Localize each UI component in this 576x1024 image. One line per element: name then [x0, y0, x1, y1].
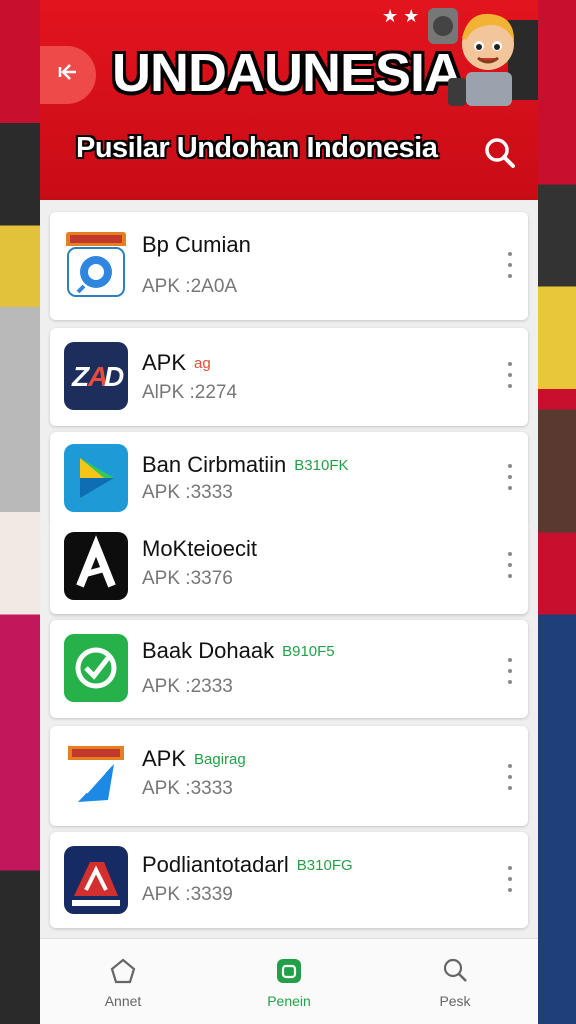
- app-badge: ag: [194, 355, 211, 372]
- background-right: [538, 0, 576, 1024]
- list-item[interactable]: ZAD APK ag AlPK :2274: [50, 328, 528, 426]
- a-logo-icon: [64, 532, 128, 600]
- more-options-icon[interactable]: [504, 658, 516, 684]
- app-version: APK :3376: [142, 568, 233, 589]
- app-icon: [234, 955, 344, 987]
- search-icon: [485, 138, 515, 168]
- app-badge: B910F5: [282, 643, 335, 660]
- nav-item-home[interactable]: Annet: [68, 955, 178, 1009]
- app-name: APK Bagirag: [142, 746, 246, 771]
- green-star-icon: [64, 634, 128, 702]
- list-item[interactable]: APK Bagirag APK :3333: [50, 726, 528, 826]
- app-name: MoKteioecit: [142, 536, 257, 561]
- search-button[interactable]: [480, 133, 520, 173]
- app-version: APK :2333: [142, 676, 233, 697]
- app-subtitle: Pusilar Undohan Indonesia: [76, 132, 438, 164]
- red-logo-icon: [64, 846, 128, 914]
- more-options-icon[interactable]: [504, 464, 516, 490]
- app-name: APK ag: [142, 350, 211, 375]
- list-item[interactable]: MoKteioecit APK :3376: [50, 524, 528, 614]
- app-badge: Bagirag: [194, 751, 246, 768]
- app-badge: B310FK: [294, 457, 349, 474]
- list-item[interactable]: Bp Cumian APK :2A0A: [50, 212, 528, 320]
- mascot-icon: [428, 0, 538, 112]
- app-version: APK :3333: [142, 482, 233, 503]
- app-version: AlPK :2274: [142, 382, 238, 403]
- zap-icon: ZAD: [64, 342, 128, 410]
- list-item[interactable]: Ban Cirbmatiin B310FK APK :3333: [50, 432, 528, 524]
- app-name: Ban Cirbmatiin B310FK: [142, 452, 349, 477]
- more-options-icon[interactable]: [504, 764, 516, 790]
- back-button[interactable]: [40, 46, 96, 104]
- app-name: Bp Cumian: [142, 232, 251, 257]
- app-version: APK :2A0A: [142, 276, 238, 297]
- nav-label: Annet: [104, 992, 142, 1009]
- home-icon: [68, 955, 178, 987]
- search-icon: [400, 955, 510, 987]
- app-version: APK :3333: [142, 778, 233, 799]
- list-item[interactable]: Podliantotadarl B310FG APK :3339: [50, 832, 528, 928]
- play-store-icon: [64, 444, 128, 512]
- app-screen: UNDAUNESIA Pusilar Undohan Indonesia ★ ★: [40, 0, 538, 1024]
- background-left: [0, 0, 40, 1024]
- nav-item-apps[interactable]: Penein: [234, 955, 344, 1009]
- app-name: Baak Dohaak B910F5: [142, 638, 335, 663]
- star-decoration-icon: ★ ★: [382, 6, 420, 26]
- nav-label: Pesk: [439, 992, 471, 1009]
- chrome-like-icon: [64, 230, 128, 298]
- svg-text:D: D: [104, 361, 124, 392]
- app-name: Podliantotadarl B310FG: [142, 852, 353, 877]
- more-options-icon[interactable]: [504, 866, 516, 892]
- app-badge: B310FG: [296, 857, 353, 874]
- back-arrow-icon: [56, 60, 80, 91]
- kite-icon: [64, 742, 128, 810]
- more-options-icon[interactable]: [504, 552, 516, 578]
- app-header: UNDAUNESIA Pusilar Undohan Indonesia ★ ★: [40, 0, 538, 200]
- more-options-icon[interactable]: [504, 252, 516, 278]
- nav-label: Penein: [267, 992, 311, 1009]
- nav-item-search[interactable]: Pesk: [400, 955, 510, 1009]
- app-title: UNDAUNESIA: [112, 43, 463, 103]
- more-options-icon[interactable]: [504, 362, 516, 388]
- list-item[interactable]: Baak Dohaak B910F5 APK :2333: [50, 620, 528, 718]
- bottom-navigation: Annet Penein Pesk: [40, 938, 538, 1024]
- app-version: APK :3339: [142, 884, 233, 905]
